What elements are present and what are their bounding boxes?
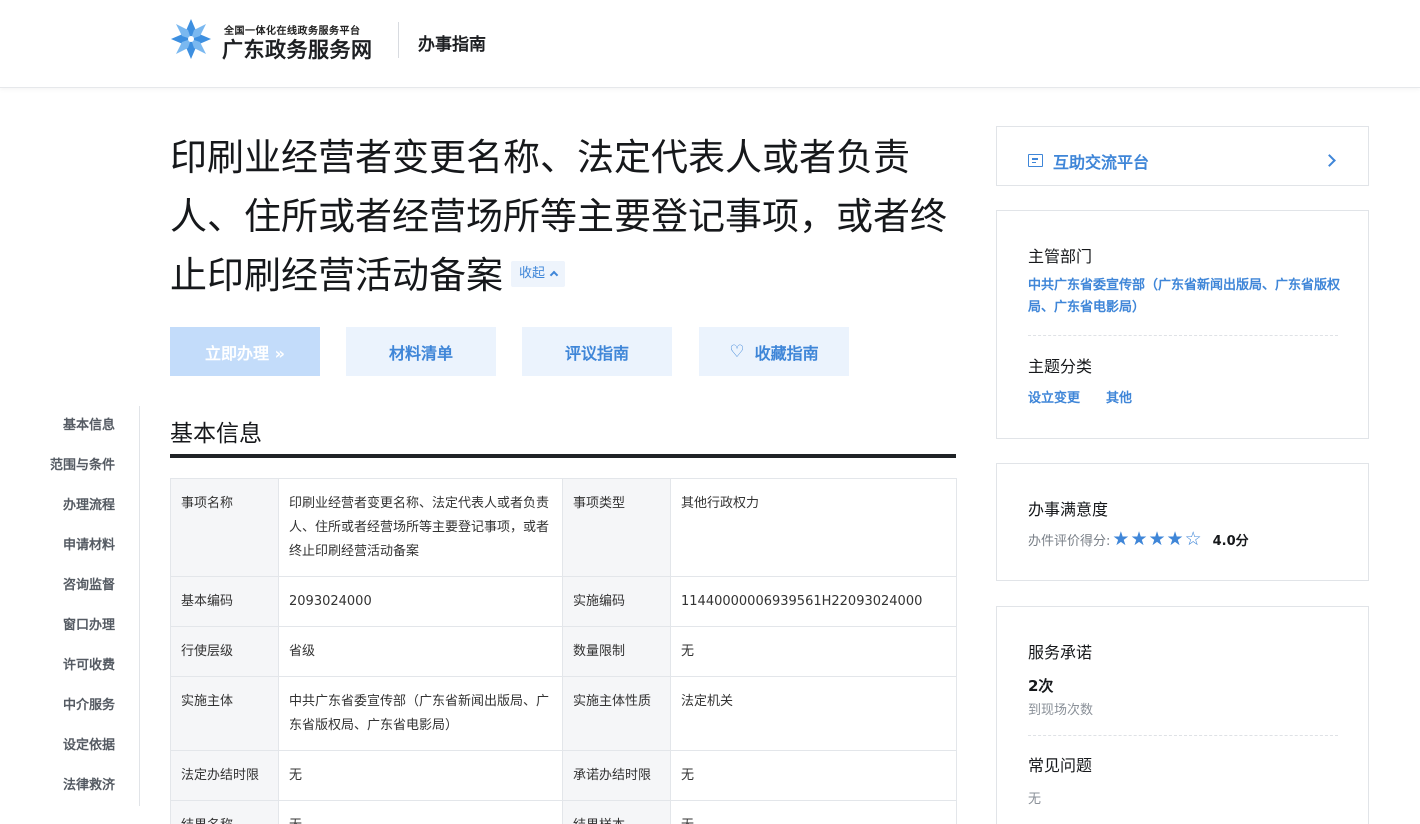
faq-label: 常见问题	[1028, 756, 1093, 775]
table-key: 实施主体	[170, 676, 279, 751]
table-row: 基本编码 2093024000 实施编码 11440000006939561H2…	[170, 576, 957, 627]
faq-value: 无	[1028, 792, 1042, 807]
table-value: 无	[670, 626, 957, 677]
department-card: 主管部门 中共广东省委宣传部（广东省新闻出版局、广东省版权局、广东省电影局） 主…	[996, 210, 1369, 439]
table-row: 结果名称 无 结果样本 无	[170, 800, 957, 824]
star-empty-icon: ☆	[1184, 528, 1202, 550]
satisfaction-label: 办事满意度	[1028, 500, 1109, 519]
table-key: 事项名称	[170, 478, 279, 577]
topic-label: 主题分类	[1028, 357, 1093, 376]
commit-count: 2次	[1028, 677, 1054, 695]
sidenav-item-remedy[interactable]: 法律救济	[36, 766, 139, 806]
dept-link[interactable]: 中共广东省委宣传部（广东省新闻出版局、广东省版权局、广东省电影局）	[1028, 275, 1340, 319]
table-value: 中共广东省委宣传部（广东省新闻出版局、广东省版权局、广东省电影局）	[278, 676, 563, 751]
chevron-right-icon	[1323, 154, 1336, 167]
star-filled-icon: ★	[1130, 528, 1148, 550]
collapse-button[interactable]: 收起	[511, 260, 566, 287]
table-key: 事项类型	[562, 478, 671, 577]
topic-tag-other[interactable]: 其他	[1106, 387, 1132, 406]
divider	[1028, 335, 1338, 336]
heart-icon: ♡	[729, 341, 745, 362]
header-divider	[398, 22, 399, 58]
sidenav-item-scope-conditions[interactable]: 范围与条件	[36, 446, 139, 486]
table-value: 无	[670, 750, 957, 801]
table-value: 11440000006939561H22093024000	[670, 576, 957, 627]
section-side-nav: 基本信息 范围与条件 办理流程 申请材料 咨询监督 窗口办理 许可收费 中介服务…	[36, 406, 140, 806]
star-filled-icon: ★	[1112, 528, 1130, 550]
topic-tag-change[interactable]: 设立变更	[1028, 387, 1080, 406]
star-filled-icon: ★	[1148, 528, 1166, 550]
table-value: 无	[670, 800, 957, 824]
table-key: 数量限制	[562, 626, 671, 677]
star-filled-icon: ★	[1166, 528, 1184, 550]
table-row: 法定办结时限 无 承诺办结时限 无	[170, 750, 957, 801]
divider	[1028, 735, 1338, 736]
collapse-label: 收起	[519, 265, 546, 281]
table-key: 基本编码	[170, 576, 279, 627]
rating-label: 办件评价得分:	[1028, 534, 1111, 549]
table-key: 行使层级	[170, 626, 279, 677]
chevron-up-icon	[549, 270, 559, 279]
forum-link-card[interactable]: 互助交流平台	[996, 126, 1369, 186]
table-key: 承诺办结时限	[562, 750, 671, 801]
sidenav-item-consult[interactable]: 咨询监督	[36, 566, 139, 606]
table-key: 结果样本	[562, 800, 671, 824]
materials-list-button[interactable]: 材料清单	[346, 327, 496, 376]
sidenav-item-basis[interactable]: 设定依据	[36, 726, 139, 766]
top-header: 全国一体化在线政务服务平台 广东政务服务网 办事指南	[0, 0, 1420, 88]
section-title: 基本信息	[170, 421, 262, 447]
table-value: 省级	[278, 626, 563, 677]
table-value: 法定机关	[670, 676, 957, 751]
table-key: 结果名称	[170, 800, 279, 824]
table-key: 实施主体性质	[562, 676, 671, 751]
table-value: 无	[278, 800, 563, 824]
dept-label: 主管部门	[1028, 247, 1093, 266]
brand-name[interactable]: 广东政务服务网	[222, 34, 373, 64]
sidenav-item-window[interactable]: 窗口办理	[36, 606, 139, 646]
section-divider	[170, 454, 956, 458]
sidenav-item-materials[interactable]: 申请材料	[36, 526, 139, 566]
table-value: 2093024000	[278, 576, 563, 627]
forum-label: 互助交流平台	[1053, 153, 1150, 172]
apply-now-button[interactable]: 立即办理 »	[170, 327, 320, 376]
rating-row: 办件评价得分: ★ ★ ★ ★ ☆ 4.0分	[1028, 530, 1249, 550]
review-guide-button[interactable]: 评议指南	[522, 327, 672, 376]
table-value: 其他行政权力	[670, 478, 957, 577]
header-nav-title[interactable]: 办事指南	[418, 30, 486, 55]
sidenav-item-process[interactable]: 办理流程	[36, 486, 139, 526]
basic-info-table: 事项名称 印刷业经营者变更名称、法定代表人或者负责人、住所或者经营场所等主要登记…	[170, 478, 957, 824]
favorite-guide-button[interactable]: ♡ 收藏指南	[699, 327, 849, 376]
table-key: 法定办结时限	[170, 750, 279, 801]
commit-label: 服务承诺	[1028, 643, 1093, 662]
service-commitment-card: 服务承诺 2次 到现场次数 常见问题 无	[996, 606, 1369, 824]
brand-logo-icon[interactable]	[168, 16, 214, 62]
table-key: 实施编码	[562, 576, 671, 627]
table-value: 印刷业经营者变更名称、法定代表人或者负责人、住所或者经营场所等主要登记事项，或者…	[278, 478, 563, 577]
commit-sub-label: 到现场次数	[1028, 703, 1094, 718]
sidenav-item-intermediary[interactable]: 中介服务	[36, 686, 139, 726]
table-value: 无	[278, 750, 563, 801]
message-icon	[1028, 154, 1043, 167]
page-title: 印刷业经营者变更名称、法定代表人或者负责人、住所或者经营场所等主要登记事项，或者…	[170, 128, 950, 305]
table-row: 行使层级 省级 数量限制 无	[170, 626, 957, 677]
satisfaction-card: 办事满意度 办件评价得分: ★ ★ ★ ★ ☆ 4.0分	[996, 463, 1369, 581]
favorite-guide-label: 收藏指南	[754, 343, 819, 363]
table-row: 事项名称 印刷业经营者变更名称、法定代表人或者负责人、住所或者经营场所等主要登记…	[170, 478, 957, 577]
rating-stars: ★ ★ ★ ★ ☆	[1112, 530, 1202, 549]
sidenav-item-fees[interactable]: 许可收费	[36, 646, 139, 686]
sidenav-item-basic-info[interactable]: 基本信息	[36, 406, 139, 446]
rating-score: 4.0分	[1212, 534, 1249, 549]
table-row: 实施主体 中共广东省委宣传部（广东省新闻出版局、广东省版权局、广东省电影局） 实…	[170, 676, 957, 751]
